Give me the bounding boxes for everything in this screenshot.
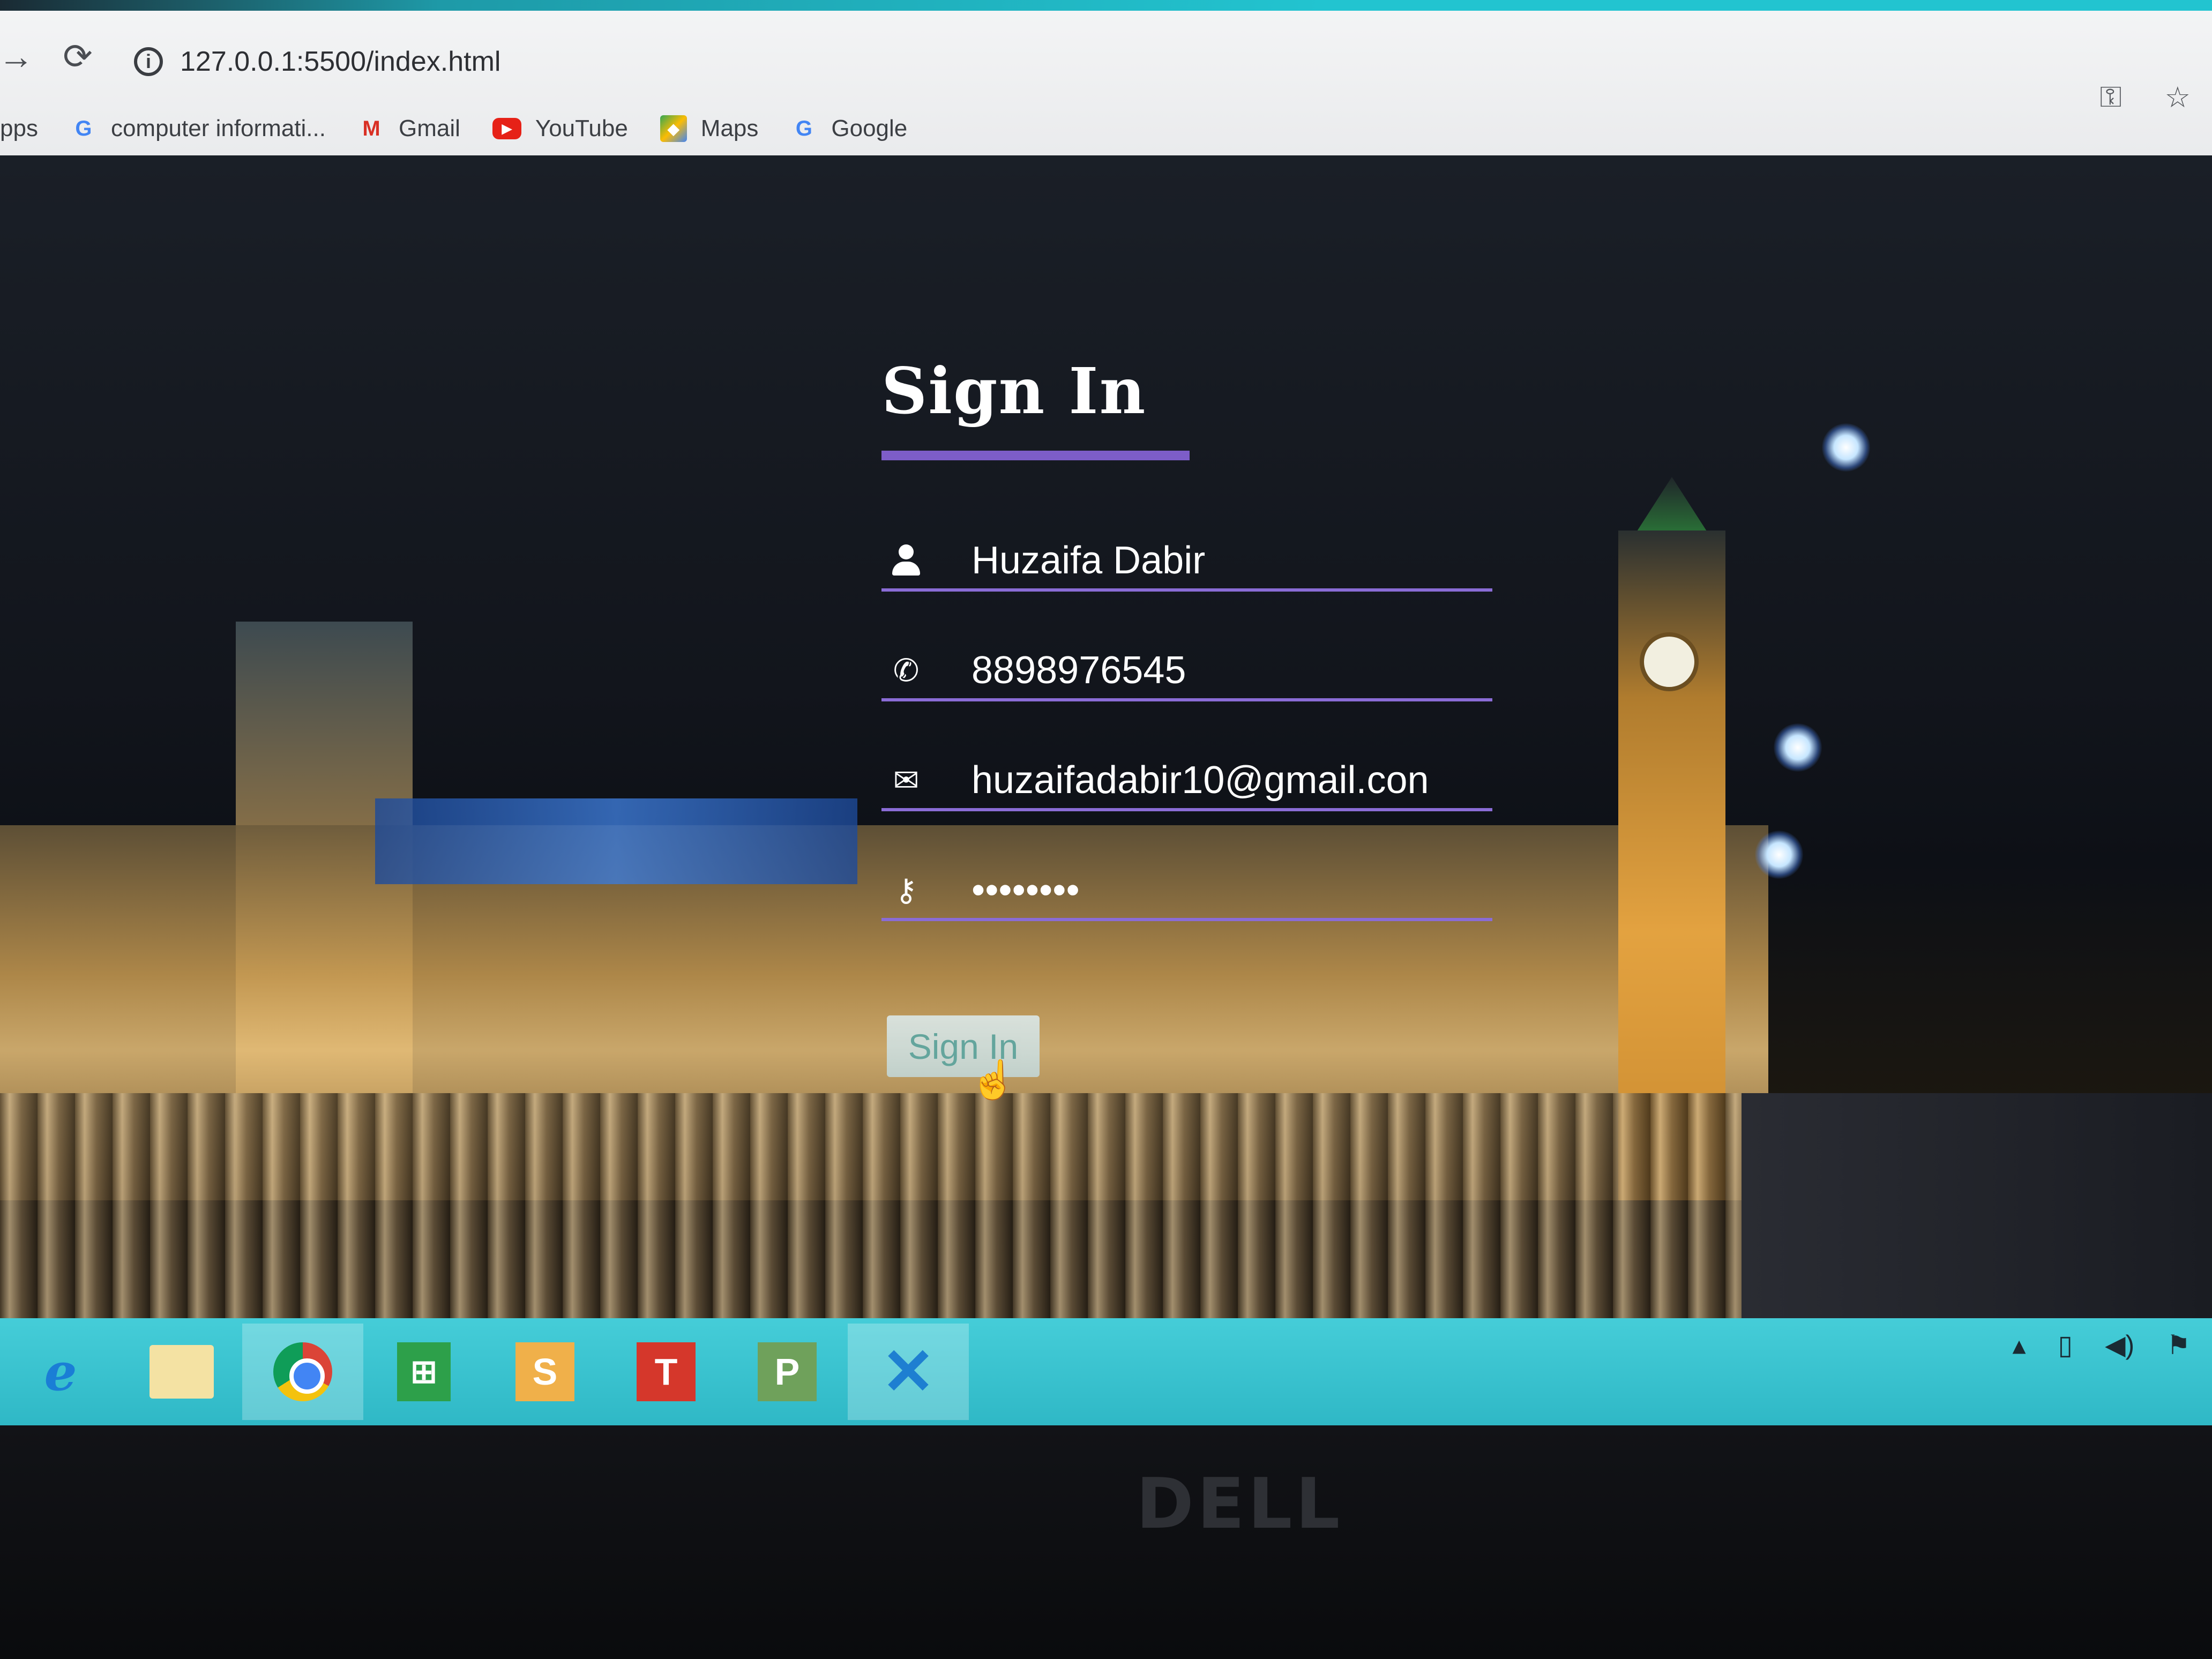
key-icon[interactable]: ⚿ [2099,80,2121,114]
form-title: Sign In [881,354,1147,428]
bookmark-label: Maps [700,115,759,141]
phone-field: ✆ [881,642,1492,701]
street-lamp [1822,423,1870,472]
system-tray: ▴ ▯ ◀) ⚑ [2012,1324,2191,1366]
bookmark-gmail[interactable]: M Gmail [358,115,460,142]
street-lamp [1755,831,1803,879]
lit-scaffolding [375,798,857,884]
gmail-icon: M [362,116,380,140]
password-input[interactable] [972,868,1464,912]
user-icon [890,544,922,577]
youtube-icon: ▶ [492,118,521,139]
windows-taskbar: e ⊞ S T P ✕ [0,1318,2212,1425]
app-s-icon[interactable]: S [484,1324,606,1420]
envelope-icon: ✉ [893,763,920,798]
name-input[interactable] [972,539,1464,582]
browser-chrome: → ⟳ i 127.0.0.1:5500/index.html ⚿ ☆ pps … [0,11,2212,171]
street-lamp [1774,723,1822,772]
name-field [881,533,1492,592]
sign-in-form: Sign In ✆ ✉ ⚷ [881,354,1498,921]
google-icon: G [75,116,92,140]
site-info-icon[interactable]: i [134,47,163,76]
bookmarks-bar: pps G computer informati... M Gmail ▶ Yo… [0,102,939,155]
internet-explorer-icon[interactable]: e [0,1324,121,1420]
maps-icon: ◆ [660,115,687,142]
bookmark-youtube[interactable]: ▶ YouTube [492,115,628,142]
key-icon: ⚷ [894,873,918,908]
bookmark-label: Gmail [398,115,460,141]
phone-icon: ✆ [893,653,920,688]
forward-icon[interactable]: → [0,35,38,78]
store-icon[interactable]: ⊞ [363,1324,484,1420]
visual-studio-icon[interactable]: ✕ [848,1324,969,1420]
bookmark-label: pps [0,115,38,141]
url-text: 127.0.0.1:5500/index.html [180,46,501,77]
bookmark-maps[interactable]: ◆ Maps [660,115,759,142]
chrome-icon[interactable] [242,1324,363,1420]
battery-icon[interactable]: ▯ [2058,1329,2073,1361]
bookmark-computer-information[interactable]: G computer informati... [70,115,326,142]
monitor-bezel [0,1425,2212,1659]
clock-face [1640,632,1699,691]
bookmark-apps[interactable]: pps [0,115,38,142]
address-bar-actions: ⚿ ☆ [2099,80,2191,114]
hand-pointer-icon: ☝ [970,1061,1017,1098]
sign-in-button[interactable]: Sign In [887,1015,1040,1077]
phone-input[interactable] [972,648,1464,692]
tray-chevron-up-icon[interactable]: ▴ [2012,1329,2026,1361]
app-p-icon[interactable]: P [727,1324,848,1420]
star-icon[interactable]: ☆ [2165,80,2191,114]
reload-icon[interactable]: ⟳ [56,35,99,78]
password-field: ⚷ [881,862,1492,921]
bookmark-label: computer informati... [110,115,326,141]
email-field: ✉ [881,752,1492,811]
google-icon: G [795,116,812,140]
file-explorer-icon[interactable] [121,1324,242,1420]
title-underline [881,451,1190,460]
dell-logo: DELL [1136,1463,1343,1544]
app-t-icon[interactable]: T [606,1324,727,1420]
bookmark-label: YouTube [535,115,628,141]
address-bar[interactable]: i 127.0.0.1:5500/index.html [134,38,500,86]
flag-icon[interactable]: ⚑ [2166,1329,2191,1361]
embankment [1742,1093,2212,1334]
bookmark-label: Google [831,115,908,141]
volume-icon[interactable]: ◀) [2105,1329,2134,1361]
email-input[interactable] [972,758,1464,802]
bookmark-google[interactable]: G Google [790,115,907,142]
